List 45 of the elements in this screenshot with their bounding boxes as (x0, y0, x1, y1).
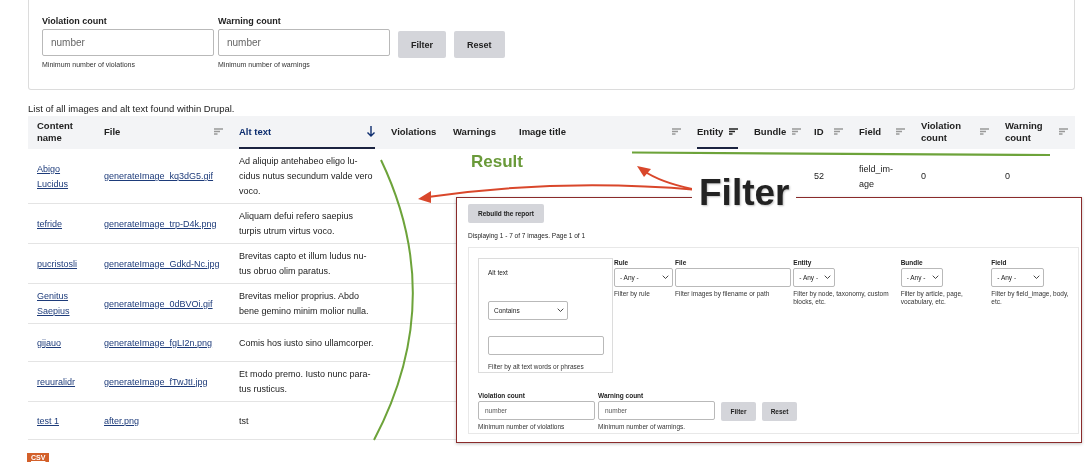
table-cell-text: Aliquam defui refero saepius turpis utrum virtus voco. (238, 210, 355, 238)
table-cell-text: 0 (920, 170, 927, 183)
column-header[interactable]: Bundle (745, 116, 805, 149)
column-header[interactable]: Violation count (912, 116, 996, 149)
field-label: Warning count (218, 16, 282, 26)
content-link[interactable]: pucristosli (37, 256, 77, 272)
reset-button[interactable]: Reset (454, 31, 505, 58)
file-link[interactable]: generateImage_trp-D4k.png (104, 216, 217, 232)
table-cell-text: 52 (813, 170, 825, 183)
column-header[interactable]: Image title (510, 116, 688, 149)
table-cell-text: Brevitas melior proprius. Abdo bene gemino minim molior nulla. (238, 290, 370, 318)
content-link[interactable]: Abigo Lucidus (37, 161, 89, 192)
column-header: Warnings (452, 124, 497, 139)
column-header: Violations (390, 124, 438, 139)
file-link[interactable]: generateImage_Gdkd-Nc.jpg (104, 256, 220, 272)
column-header: Content name (36, 118, 74, 145)
table-cell-text: tst (238, 414, 250, 428)
input-field[interactable]: number (42, 29, 214, 56)
table-cell-text: Comis hos iusto sino ullamcorper. (238, 336, 375, 350)
table-cell-text: Ad aliquip antehabeo eligo lu-cidus nutus secundum valde vero voco. (238, 155, 374, 198)
file-link[interactable]: generateImage_0dBVOi.gif (104, 296, 213, 312)
content-link[interactable]: gijauo (37, 335, 62, 351)
column-header[interactable]: Field (850, 116, 912, 149)
file-link[interactable]: generateImage_fgLI2n.png (104, 335, 213, 351)
filter-button[interactable]: Filter (398, 31, 446, 58)
file-link[interactable]: generateImage_fTwJtI.jpg (104, 374, 208, 390)
column-header[interactable]: ID (805, 116, 850, 149)
content-link[interactable]: reuuralidr (37, 374, 76, 390)
column-header[interactable]: File (95, 116, 230, 149)
content-link[interactable]: test 1 (37, 413, 59, 429)
table-cell-text: 0 (1004, 170, 1011, 183)
table-cell-text: field_im-age (858, 162, 894, 191)
field-label: Violation count (42, 16, 108, 26)
table-cell-text: Brevitas capto et illum ludus nu-tus obruo olim paratus. (238, 250, 368, 278)
file-link[interactable]: generateImage_kq3dG5.gif (104, 169, 214, 184)
content-link[interactable]: tefride (37, 216, 62, 232)
column-header[interactable]: Entity (688, 116, 745, 149)
column-header[interactable]: Warning count (996, 116, 1075, 149)
table-cell-text: Et modo premo. Iusto nunc para-tus rusticus. (238, 368, 372, 396)
annotation-label: Result (471, 152, 523, 172)
input-field[interactable]: number (218, 29, 390, 56)
table-caption: List of all images and alt text found within Drupal. (28, 103, 236, 114)
file-link[interactable]: after.png (104, 413, 140, 429)
column-header[interactable]: Alt text (230, 116, 382, 149)
content-link[interactable]: Genitus Saepius (37, 289, 89, 319)
